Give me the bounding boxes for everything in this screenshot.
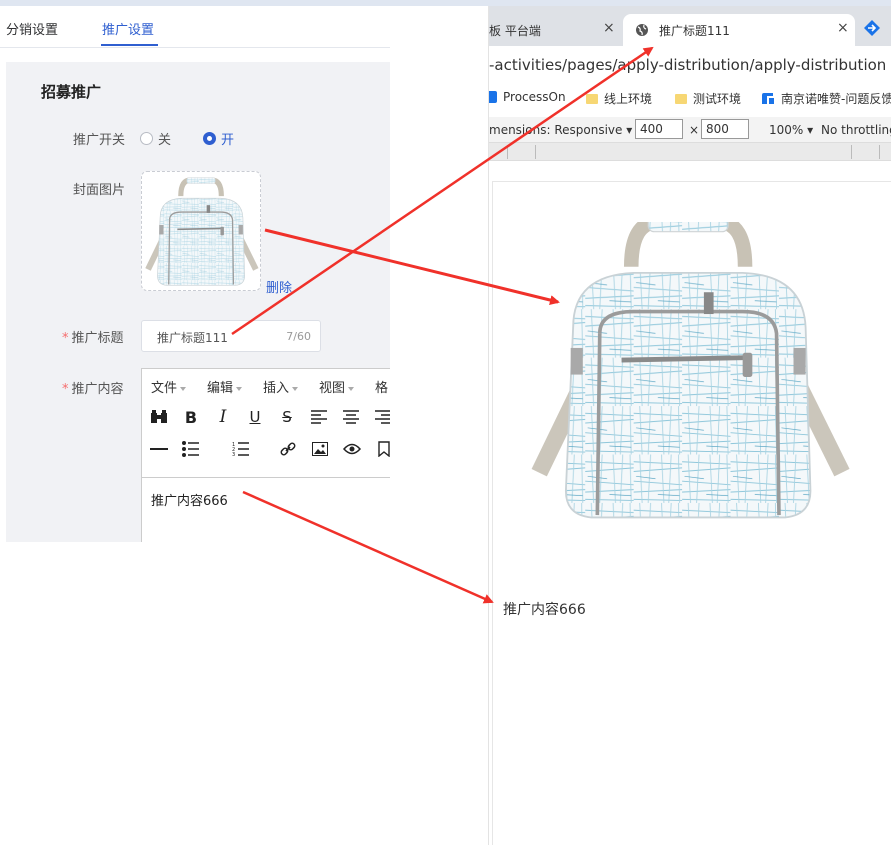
browser-tab-active-title: 推广标题111 [659,24,730,38]
browser-tabstrip: 板 平台端 × 推广标题111 × [489,6,891,46]
admin-page: 分销设置 推广设置 招募推广 推广开关 关 开 封面图片 删除 * 推广标题 推… [0,6,390,845]
underline-icon[interactable]: U [245,407,265,427]
device-dimensions-select[interactable]: mensions: Responsive ▾ [489,123,632,137]
extension-icon[interactable] [864,20,880,36]
radio-off-circle [140,132,153,145]
bookmark-icon[interactable] [374,439,390,459]
screenshot-stage: 分销设置 推广设置 招募推广 推广开关 关 开 封面图片 删除 * 推广标题 推… [0,0,891,845]
settings-tabs: 分销设置 推广设置 [0,6,390,48]
preview-eye-icon[interactable] [342,439,362,459]
rich-text-editor: 文件 编辑 插入 视图 格 B I U S 1 2 3 推广内容666 [141,368,390,542]
radio-off-label: 关 [158,133,172,148]
cover-image-upload[interactable] [141,171,261,291]
strikethrough-icon[interactable]: S [277,407,297,427]
bag-preview-image [493,222,891,532]
editor-menubar: 文件 编辑 插入 视图 格 [142,369,390,399]
title-input[interactable]: 推广标题111 7/60 [141,320,321,352]
radio-on-label: 开 [221,133,235,148]
bullet-list-icon[interactable] [181,439,201,459]
bookmark-online-env[interactable]: 线上环境 [586,90,652,107]
bookmark-processon[interactable]: ProcessOn [489,90,566,104]
bookmark-feedback[interactable]: 南京诺唯赞-问题反馈 [761,90,891,107]
feedback-site-icon [762,92,774,104]
cover-label: 封面图片 [73,183,126,198]
devtools-device-toolbar: mensions: Responsive ▾ 400 × 800 100% ▾ … [489,117,891,143]
editor-content-text: 推广内容666 [151,494,228,509]
preview-content-text: 推广内容666 [503,602,586,618]
menu-view[interactable]: 视图 [319,377,354,396]
address-url: -activities/pages/apply-distribution/app… [489,56,887,74]
devtools-ruler [489,143,891,161]
section-title: 招募推广 [41,83,102,101]
align-center-icon[interactable] [341,407,361,427]
mobile-preview-viewport: 推广内容666 [492,181,891,845]
folder-icon [675,93,687,104]
zoom-select[interactable]: 100% ▾ [769,123,813,137]
content-label: * 推广内容 [62,382,124,397]
active-tab-indicator [101,44,158,46]
address-bar[interactable]: -activities/pages/apply-distribution/app… [489,46,891,84]
editor-content-area[interactable]: 推广内容666 [142,477,390,542]
radio-on[interactable]: 开 [203,129,234,148]
title-label: * 推广标题 [62,331,124,346]
horizontal-rule-icon[interactable] [149,439,169,459]
image-icon[interactable] [310,439,330,459]
close-icon[interactable]: × [603,20,615,36]
align-right-icon[interactable] [373,407,390,427]
dimension-times-sign: × [689,123,700,137]
bookmark-test-env[interactable]: 测试环境 [675,90,741,107]
menu-edit[interactable]: 编辑 [207,377,242,396]
find-replace-icon[interactable] [149,407,169,427]
tab-distribution-settings[interactable]: 分销设置 [6,19,58,38]
svg-text:3: 3 [232,452,235,457]
menu-file[interactable]: 文件 [151,377,186,396]
align-left-icon[interactable] [309,407,329,427]
device-height-input[interactable]: 800 [701,119,749,139]
menu-format[interactable]: 格 [375,377,390,396]
bag-thumbnail-image [142,172,261,291]
tab-promotion-settings[interactable]: 推广设置 [102,19,154,38]
title-input-value: 推广标题111 [157,331,228,345]
numbered-list-icon[interactable]: 123 [232,439,252,459]
italic-icon[interactable]: I [213,407,233,427]
throttling-select[interactable]: No throttling [821,123,891,137]
link-icon[interactable] [278,439,298,459]
required-mark: * [62,331,69,346]
radio-off[interactable]: 关 [140,129,171,148]
title-char-counter: 7/60 [286,330,311,343]
browser-tab-active[interactable]: 推广标题111 × [623,14,855,46]
menu-insert[interactable]: 插入 [263,377,298,396]
radio-on-circle [203,132,216,145]
browser-window: 板 平台端 × 推广标题111 × -activities/pages/appl… [488,6,891,845]
browser-tab-platform[interactable]: 板 平台端 × [489,14,621,46]
close-icon[interactable]: × [837,20,849,36]
folder-icon [586,93,598,104]
browser-tab-platform-title: 板 平台端 [489,24,541,38]
required-mark: * [62,382,69,397]
bookmarks-bar: ProcessOn 线上环境 测试环境 南京诺唯赞-问题反馈 [489,84,891,112]
processon-icon [489,91,497,103]
bold-icon[interactable]: B [181,407,201,427]
device-width-input[interactable]: 400 [635,119,683,139]
delete-cover-link[interactable]: 删除 [266,277,292,296]
switch-label: 推广开关 [73,133,126,148]
globe-icon [636,24,648,36]
recruit-promotion-panel: 招募推广 推广开关 关 开 封面图片 删除 * 推广标题 推广标题111 7/60 [6,62,390,542]
